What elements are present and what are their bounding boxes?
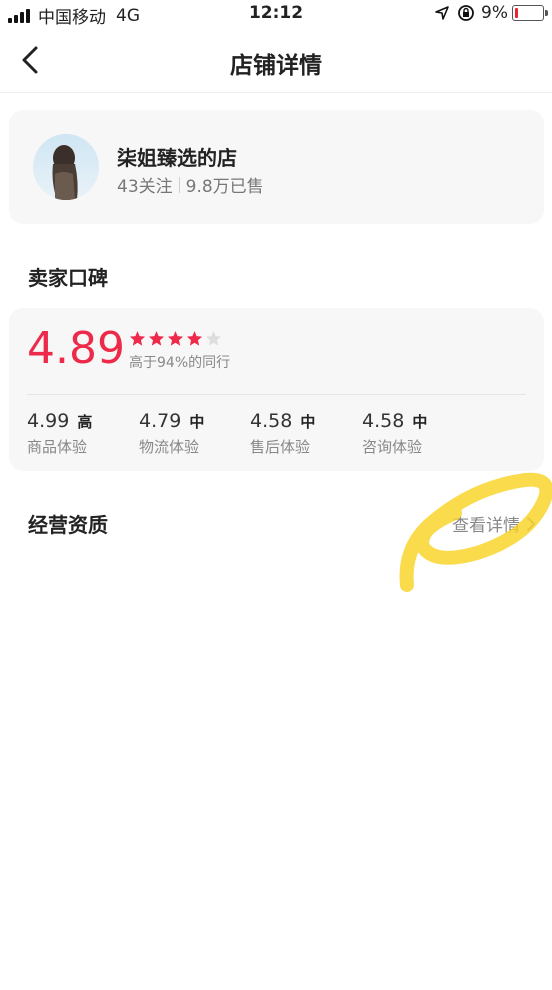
metric-after-sales: 4.58 中 售后体验 [250,410,315,457]
metric-label: 物流体验 [139,438,200,456]
metric-level: 高 [77,413,93,431]
status-right: 9% [434,3,548,23]
star-filled-icon [167,331,184,346]
metric-value: 4.58 [250,410,293,432]
metric-value: 4.58 [362,410,405,432]
metric-consultation: 4.58 中 咨询体验 [362,410,427,457]
reputation-card: 4.89 高于94%的同行 4.99 高 商品体验 4.79 中 物流体验 4.58… [9,308,544,471]
view-details-link[interactable]: 查看详情 [452,511,536,536]
star-filled-icon [186,331,203,346]
qualification-row[interactable]: 经营资质 查看详情 [0,505,552,541]
metric-label: 商品体验 [27,438,88,456]
shop-meta: 43关注 9.8万已售 [117,172,264,197]
star-filled-icon [129,331,146,346]
metric-value: 4.99 [27,410,70,432]
view-details-label: 查看详情 [452,516,520,536]
metric-level: 中 [300,413,316,431]
overall-score: 4.89 [27,323,125,374]
chevron-right-icon [527,516,535,531]
avatar-image [33,134,99,200]
shop-avatar [33,134,99,200]
followers-count: 43关注 [117,177,173,197]
metric-level: 中 [412,413,428,431]
page-title: 店铺详情 [230,53,322,79]
metric-level: 中 [189,413,205,431]
metric-logistics: 4.79 中 物流体验 [139,410,204,457]
battery-icon [512,5,548,21]
status-bar: 中国移动 4G 12:12 9% [0,0,552,28]
star-empty-icon [205,331,222,346]
divider [27,394,526,395]
star-filled-icon [148,331,165,346]
reputation-section-title: 卖家口碑 [28,266,108,290]
metric-value: 4.79 [139,410,182,432]
meta-divider [178,176,180,193]
star-rating [129,330,224,347]
shop-name: 柒姐臻选的店 [117,146,237,170]
shop-card[interactable]: 柒姐臻选的店 43关注 9.8万已售 [9,110,544,224]
metric-label: 咨询体验 [362,438,423,456]
metric-label: 售后体验 [250,438,311,456]
nav-bar: 店铺详情 [0,30,552,93]
rotation-lock-icon [458,5,474,21]
battery-percent: 9% [481,3,508,23]
metric-product: 4.99 高 商品体验 [27,410,92,457]
sold-count: 9.8万已售 [185,177,264,197]
location-icon [435,6,449,20]
qualification-title: 经营资质 [28,513,108,537]
above-peers-text: 高于94%的同行 [129,355,231,371]
